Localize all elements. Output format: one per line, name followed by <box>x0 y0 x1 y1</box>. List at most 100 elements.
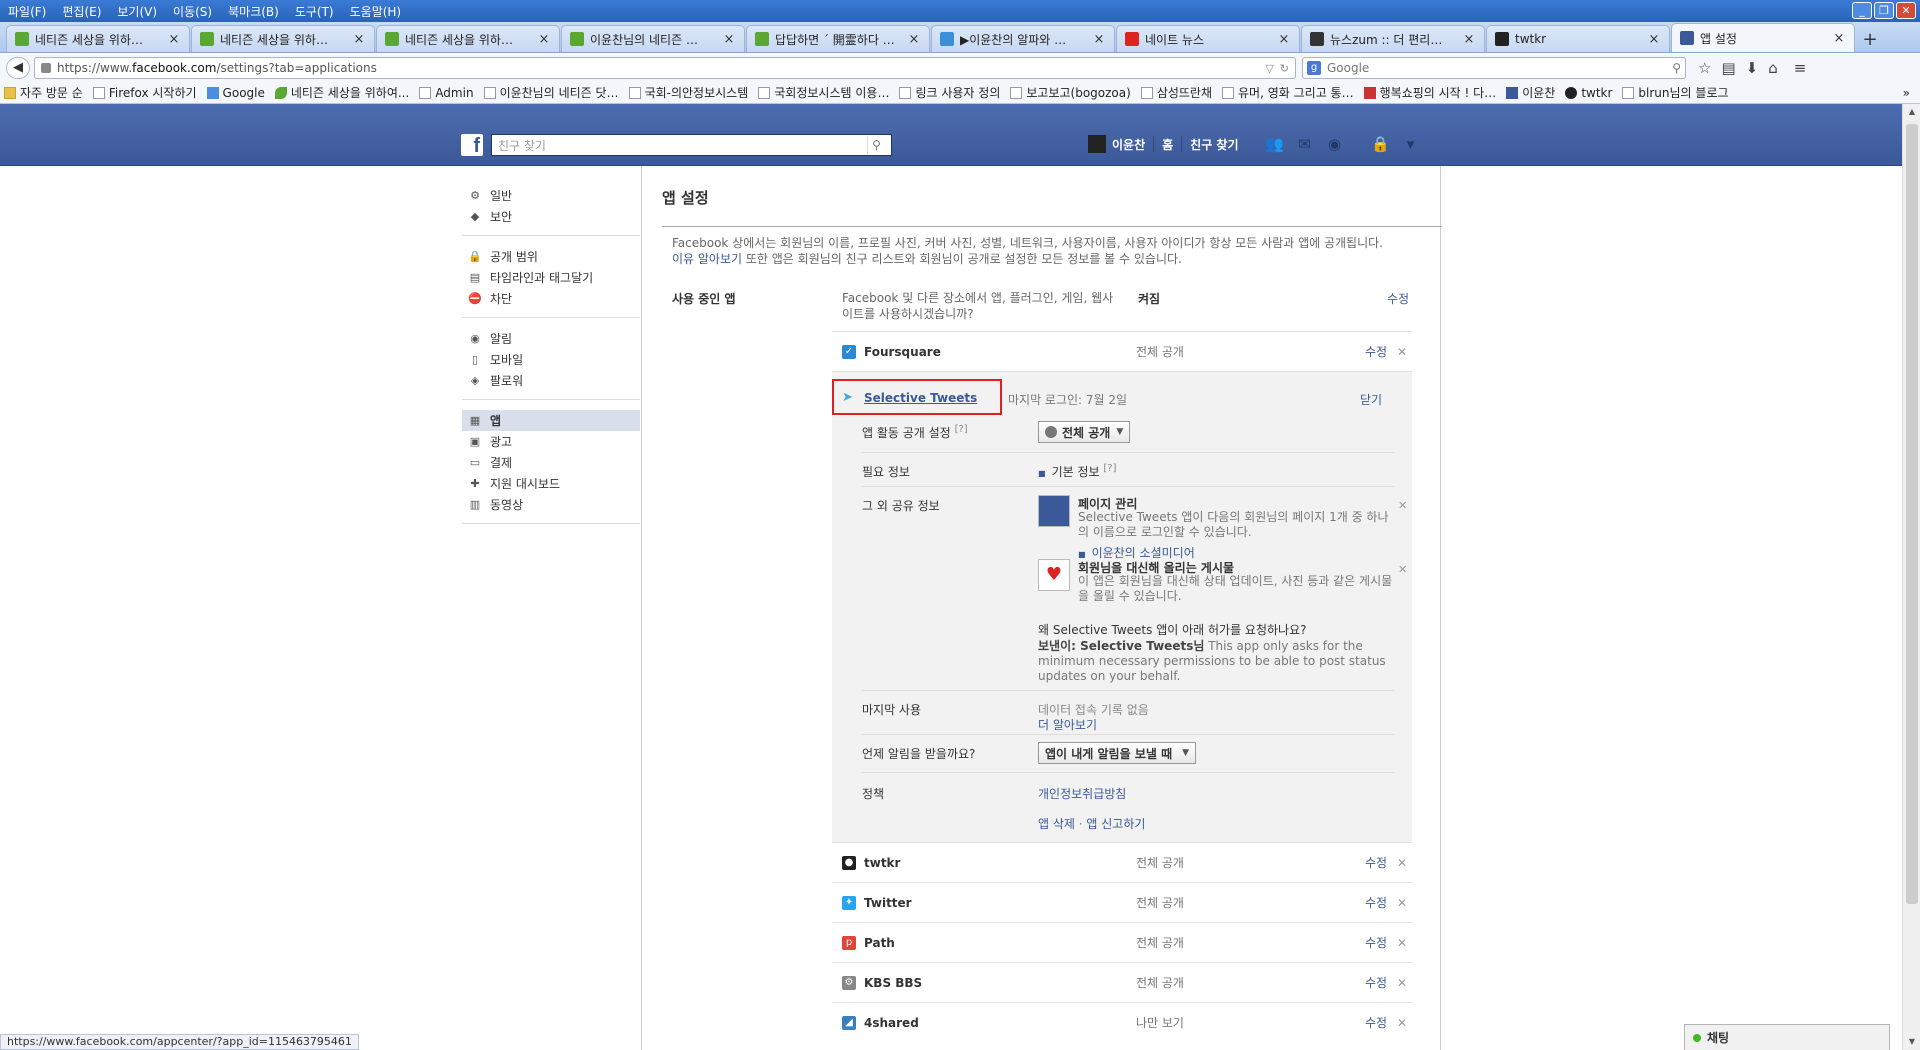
scroll-thumb[interactable] <box>1906 124 1918 904</box>
sidebar-item[interactable]: ▦ 앱 <box>462 410 640 431</box>
browser-tab[interactable]: 뉴스zum :: 더 편리… × <box>1301 25 1485 52</box>
learn-more-link[interactable]: 더 알아보기 <box>1038 716 1097 733</box>
sidebar-item[interactable]: ◆ 보안 <box>462 206 640 227</box>
visibility-dropdown[interactable]: 전체 공개 ▼ <box>1038 421 1131 443</box>
remove-permission-icon[interactable]: ✕ <box>1398 499 1407 512</box>
bookmark-item[interactable]: 유머, 영화 그리고 통… <box>1222 84 1354 101</box>
close-tab-icon[interactable]: × <box>167 32 181 47</box>
menu-item[interactable]: 도움말(H) <box>342 3 410 20</box>
search-icon[interactable]: ⚲ <box>867 136 885 154</box>
app-name[interactable]: 4shared <box>864 1016 919 1030</box>
bookmark-item[interactable]: 삼성뜨란채 <box>1140 84 1212 101</box>
app-name[interactable]: Path <box>864 936 895 950</box>
bookmarks-menu-icon[interactable]: ▤ <box>1721 59 1735 77</box>
browser-tab[interactable]: 네티즌 세상을 위하… × <box>6 25 190 52</box>
account-menu-icon[interactable]: ▾ <box>1401 135 1421 153</box>
bookmark-star-icon[interactable]: ☆ <box>1698 59 1711 77</box>
bookmark-item[interactable]: 국회-의안정보시스템 <box>628 84 748 101</box>
bookmark-item[interactable]: Admin <box>419 86 474 100</box>
close-tab-icon[interactable]: × <box>907 32 921 47</box>
bookmark-item[interactable]: twtkr <box>1565 86 1612 100</box>
menu-item[interactable]: 파일(F) <box>0 3 54 20</box>
bookmark-item[interactable]: 링크 사용자 정의 <box>899 84 1000 101</box>
close-tab-icon[interactable]: × <box>1462 32 1476 47</box>
dropdown-arrow-icon[interactable]: ▽ <box>1265 62 1273 75</box>
close-tab-icon[interactable]: × <box>1647 32 1661 47</box>
remove-app-icon[interactable]: ✕ <box>1397 345 1407 359</box>
bookmark-item[interactable]: 보고보고(bogozoa) <box>1010 84 1131 101</box>
user-name-link[interactable]: 이윤찬 <box>1112 136 1145 153</box>
back-button[interactable]: ◀ <box>6 57 30 79</box>
page-scrollbar[interactable]: ▲ ▼ <box>1902 104 1920 1050</box>
close-tab-icon[interactable]: × <box>537 32 551 47</box>
edit-app-link[interactable]: 수정 <box>1365 1014 1387 1031</box>
search-bar[interactable]: g Google ⚲ <box>1302 57 1686 79</box>
remove-app-link[interactable]: 앱 삭제 <box>1038 817 1075 831</box>
close-window-icon[interactable]: ✕ <box>1896 2 1916 19</box>
edit-app-link[interactable]: 수정 <box>1365 343 1387 360</box>
bookmark-item[interactable]: 자주 방문 순 <box>4 84 83 101</box>
menu-icon[interactable]: ≡ <box>1794 59 1807 77</box>
scroll-down-icon[interactable]: ▼ <box>1903 1034 1920 1050</box>
app-name[interactable]: Twitter <box>864 896 912 910</box>
browser-tab[interactable]: 네이트 뉴스 × <box>1116 25 1300 52</box>
close-tab-icon[interactable]: × <box>1277 32 1291 47</box>
minimize-icon[interactable]: _ <box>1852 2 1872 19</box>
menu-item[interactable]: 도구(T) <box>287 3 342 20</box>
app-name[interactable]: Foursquare <box>864 345 941 359</box>
search-icon[interactable]: ⚲ <box>1672 61 1681 75</box>
fb-search-input[interactable]: 친구 찾기 ⚲ <box>491 134 892 156</box>
browser-tab[interactable]: 네티즌 세상을 위하… × <box>376 25 560 52</box>
bookmark-item[interactable]: Google <box>206 86 265 100</box>
bookmark-item[interactable]: 행복쇼핑의 시작 ! 다… <box>1363 84 1496 101</box>
edit-app-link[interactable]: 수정 <box>1365 854 1387 871</box>
notifications-dropdown[interactable]: 앱이 내게 알림을 보낼 때 ▼ <box>1038 742 1196 764</box>
page-link[interactable]: 이윤찬의 소셜미디어 <box>1092 546 1195 560</box>
report-app-link[interactable]: 앱 신고하기 <box>1086 817 1145 831</box>
new-tab-icon[interactable]: + <box>1856 26 1884 52</box>
remove-app-icon[interactable]: ✕ <box>1397 1016 1407 1030</box>
bookmark-item[interactable]: 이윤찬님의 네티즌 닷… <box>483 84 619 101</box>
edit-app-link[interactable]: 수정 <box>1365 894 1387 911</box>
edit-app-link[interactable]: 수정 <box>1365 934 1387 951</box>
bookmark-item[interactable]: 이윤찬 <box>1506 84 1555 101</box>
remove-permission-icon[interactable]: ✕ <box>1398 563 1407 576</box>
remove-app-icon[interactable]: ✕ <box>1397 976 1407 990</box>
browser-tab[interactable]: ▶이윤찬의 알파와 … × <box>931 25 1115 52</box>
search-input[interactable]: Google <box>1327 61 1672 75</box>
close-tab-icon[interactable]: × <box>352 32 366 47</box>
bookmark-item[interactable]: blrun님의 블로그 <box>1622 84 1729 101</box>
sidebar-item[interactable]: ▭ 결제 <box>462 452 640 473</box>
download-icon[interactable]: ⬇ <box>1746 59 1759 77</box>
app-name[interactable]: twtkr <box>864 856 900 870</box>
selective-tweets-link[interactable]: Selective Tweets <box>864 391 977 405</box>
reload-icon[interactable]: ↻ <box>1280 62 1289 75</box>
browser-tab[interactable]: 앱 설정 × <box>1671 23 1855 52</box>
menu-item[interactable]: 보기(V) <box>109 3 165 20</box>
sidebar-item[interactable]: ▤ 타임라인과 태그달기 <box>462 267 640 288</box>
messages-icon[interactable]: ✉ <box>1295 135 1315 153</box>
url-bar[interactable]: https://www.facebook.com/settings?tab=ap… <box>34 57 1296 79</box>
sidebar-item[interactable]: ▣ 광고 <box>462 431 640 452</box>
bookmark-item[interactable]: 네티즌 세상을 위하여... <box>274 84 409 101</box>
facebook-logo-icon[interactable]: f <box>461 134 483 157</box>
sidebar-item[interactable]: ✚ 지원 대시보드 <box>462 473 640 494</box>
find-friends-link[interactable]: 친구 찾기 <box>1190 136 1238 153</box>
home-icon[interactable]: ⌂ <box>1768 59 1778 77</box>
remove-app-icon[interactable]: ✕ <box>1397 896 1407 910</box>
chat-bar[interactable]: 채팅 <box>1684 1024 1890 1050</box>
remove-app-icon[interactable]: ✕ <box>1397 936 1407 950</box>
browser-tab[interactable]: 이윤찬님의 네티즌 … × <box>561 25 745 52</box>
browser-tab[interactable]: twtkr × <box>1486 25 1670 52</box>
platform-edit-link[interactable]: 수정 <box>1387 290 1409 307</box>
friend-requests-icon[interactable]: 👥 <box>1265 135 1285 153</box>
more-bookmarks-icon[interactable]: » <box>1903 86 1920 100</box>
privacy-policy-link[interactable]: 개인정보취급방침 <box>1038 785 1126 802</box>
menu-item[interactable]: 북마크(B) <box>220 3 287 20</box>
close-tab-icon[interactable]: × <box>722 32 736 47</box>
sidebar-item[interactable]: ⚙ 일반 <box>462 185 640 206</box>
scroll-up-icon[interactable]: ▲ <box>1903 104 1920 120</box>
bookmark-item[interactable]: Firefox 시작하기 <box>92 84 197 101</box>
sidebar-item[interactable]: ▯ 모바일 <box>462 349 640 370</box>
home-link[interactable]: 홈 <box>1162 136 1173 153</box>
